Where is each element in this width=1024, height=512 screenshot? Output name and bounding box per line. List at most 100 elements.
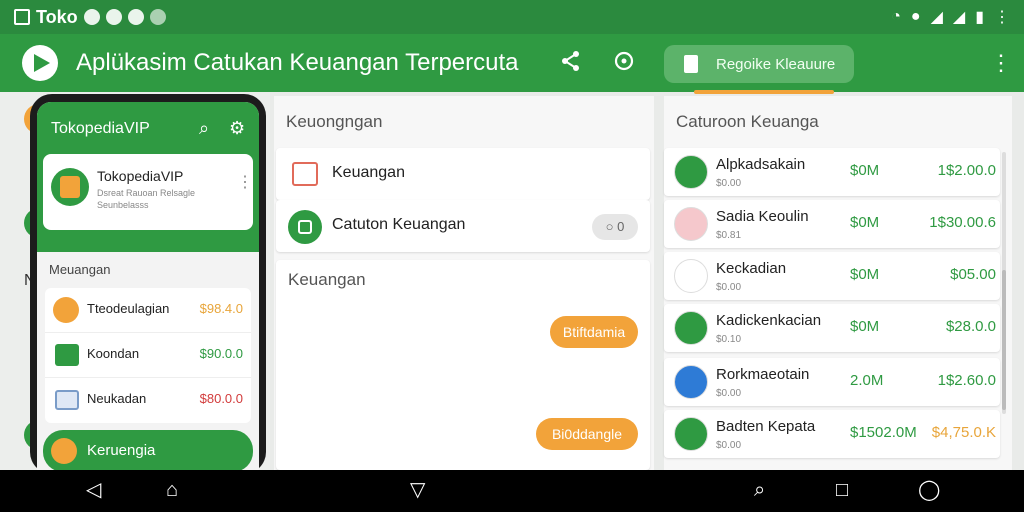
list-item-value: $90.0.0 — [199, 346, 243, 361]
transaction-total: $4,75.0.K — [931, 424, 996, 441]
palette-icon — [53, 297, 79, 323]
wallet-icon — [288, 210, 322, 244]
wallet-icon — [51, 438, 77, 464]
transaction-name: Kadickenkacian — [716, 312, 822, 329]
transaction-amount: $0M — [850, 162, 880, 179]
transaction-row[interactable]: Alpkadsakain $0.00 $0M 1$2.00.0 — [664, 148, 1000, 196]
transaction-total: $28.0.0 — [945, 318, 996, 335]
transaction-row[interactable]: Badten Kepata $0.00 $1502.0M $4,75.0.K — [664, 410, 1000, 458]
category-icon — [674, 311, 708, 345]
notification-icon — [149, 9, 166, 25]
transaction-sub: $0.10 — [716, 334, 742, 345]
more-icon[interactable]: ⋮ — [237, 172, 253, 192]
list-item[interactable]: Neukadan $80.0.0 — [45, 378, 251, 423]
search-icon[interactable]: ⌕ — [754, 480, 765, 500]
search-icon[interactable]: ⌕ — [199, 118, 209, 139]
phone-bottom-button[interactable]: Keruengia — [43, 430, 253, 472]
transaction-sub: $0.00 — [716, 440, 742, 451]
transaction-sub: $0.00 — [716, 388, 742, 399]
finance-section-card: Keuangan Btiftdamia Bi0ddangle — [276, 260, 650, 470]
phone-title: TokopediaVIP — [51, 120, 150, 137]
transaction-amount: $0M — [850, 214, 880, 231]
signal-icon: ◢ — [930, 9, 943, 26]
list-item[interactable]: Tteodeulagian $98.4.0 — [45, 288, 251, 333]
list-item-name: Tteodeulagian — [87, 301, 170, 316]
category-icon — [674, 155, 708, 189]
transaction-total: 1$2.60.0 — [937, 372, 996, 389]
transaction-sub: $0.81 — [716, 230, 742, 241]
menu-item-label: Keuangan — [332, 164, 405, 181]
profile-subtitle: Seunbelasss — [97, 200, 149, 210]
phone-bottom-label: Keruengia — [87, 442, 156, 459]
menu-item-label: Catuton Keuangan — [332, 216, 466, 233]
category-icon — [674, 207, 708, 241]
refresh-icon[interactable] — [611, 50, 637, 76]
avatar — [51, 168, 89, 206]
list-item-name: Neukadan — [87, 391, 147, 406]
transaction-row[interactable]: Kadickenkacian $0.10 $0M $28.0.0 — [664, 304, 1000, 352]
card-icon — [55, 390, 79, 410]
transaction-row[interactable]: Keckadian $0.00 $0M $05.00 — [664, 252, 1000, 300]
menu-item-finance[interactable]: Keuangan — [276, 148, 650, 200]
transaction-total: 1$30.00.6 — [929, 214, 996, 231]
recents-icon[interactable]: □ — [836, 480, 848, 500]
list-item[interactable]: Koondan $90.0.0 — [45, 333, 251, 378]
app-bar: Aplükasim Catukan Keuangan Terpercuta Re… — [0, 34, 1024, 92]
report-button[interactable]: Regoike Kleauure — [664, 45, 854, 83]
app-logo-icon — [22, 45, 58, 81]
tab-indicator — [694, 90, 834, 94]
alarm-icon: ◔ — [891, 8, 901, 25]
signal-icon: ◢ — [952, 9, 966, 26]
transaction-total: $05.00 — [950, 266, 996, 283]
transaction-name: Keckadian — [716, 260, 787, 277]
action-button-secondary[interactable]: Bi0ddangle — [536, 418, 638, 450]
transaction-amount: $1502.0M — [850, 424, 917, 441]
transactions-panel: Caturoon Keuanga Alpkadsakain $0.00 $0M 1$2… — [664, 90, 1012, 470]
profile-card[interactable]: TokopediaVIP Dsreat Rauoan Relsagle Seun… — [43, 154, 253, 230]
transaction-amount: $0M — [850, 266, 880, 283]
notification-icon — [105, 9, 122, 25]
transaction-name: Rorkmaeotain — [716, 366, 810, 383]
scrollbar-thumb[interactable] — [1002, 270, 1006, 410]
transaction-sub: $0.00 — [716, 178, 742, 189]
status-app-name: Toko — [36, 6, 78, 27]
document-icon — [684, 55, 698, 73]
home-icon[interactable]: ⌂ — [166, 480, 178, 500]
panel-header: Caturoon Keuanga — [676, 112, 819, 131]
action-button-primary[interactable]: Btiftdamia — [550, 316, 638, 348]
status-badge: ○ 0 — [592, 214, 638, 240]
receipt-icon — [292, 162, 318, 186]
menu-item-records[interactable]: Catuton Keuangan ○ 0 — [276, 200, 650, 252]
phone-section-title: Meuangan — [49, 262, 111, 277]
transaction-row[interactable]: Sadia Keoulin $0.81 $0M 1$30.00.6 — [664, 200, 1000, 248]
transaction-name: Alpkadsakain — [716, 156, 806, 173]
wallet-icon — [55, 344, 79, 366]
status-bar: Toko ◔ ● ◢ ◢ ▮ ⋮ — [0, 0, 1024, 34]
location-icon: ● — [910, 8, 921, 25]
list-item-value: $98.4.0 — [199, 301, 243, 316]
phone-screen: TokopediaVIP ⌕ ⚙ TokopediaVIP Dsreat Rau… — [37, 102, 259, 474]
transaction-amount: 2.0M — [850, 372, 884, 389]
phone-list: Tteodeulagian $98.4.0 Koondan $90.0.0 Ne… — [45, 288, 251, 423]
profile-subtitle: Dsreat Rauoan Relsagle — [97, 188, 196, 198]
overflow-menu-icon[interactable]: ⋮ — [990, 50, 1012, 76]
transaction-row[interactable]: Rorkmaeotain $0.00 2.0M 1$2.60.0 — [664, 358, 1000, 406]
phone-mockup: TokopediaVIP ⌕ ⚙ TokopediaVIP Dsreat Rau… — [30, 94, 266, 474]
share-icon[interactable] — [558, 50, 584, 76]
section-title: Keuangan — [288, 270, 366, 289]
profile-name: TokopediaVIP — [97, 168, 184, 184]
report-button-label: Regoike Kleauure — [716, 55, 836, 73]
panel-header: Keuongngan — [286, 112, 383, 131]
chevron-down-icon[interactable]: ▽ — [410, 480, 425, 500]
back-icon[interactable]: ◁ — [86, 480, 101, 500]
gear-icon[interactable]: ⚙ — [229, 118, 245, 139]
category-icon — [674, 417, 708, 451]
chat-icon[interactable]: ◯ — [918, 480, 940, 500]
transaction-amount: $0M — [850, 318, 880, 335]
gallery-icon — [14, 9, 30, 25]
transaction-sub: $0.00 — [716, 282, 742, 293]
more-icon[interactable]: ⋮ — [994, 7, 1010, 27]
category-icon — [674, 259, 708, 293]
list-item-name: Koondan — [87, 346, 140, 361]
battery-icon: ▮ — [975, 9, 984, 26]
